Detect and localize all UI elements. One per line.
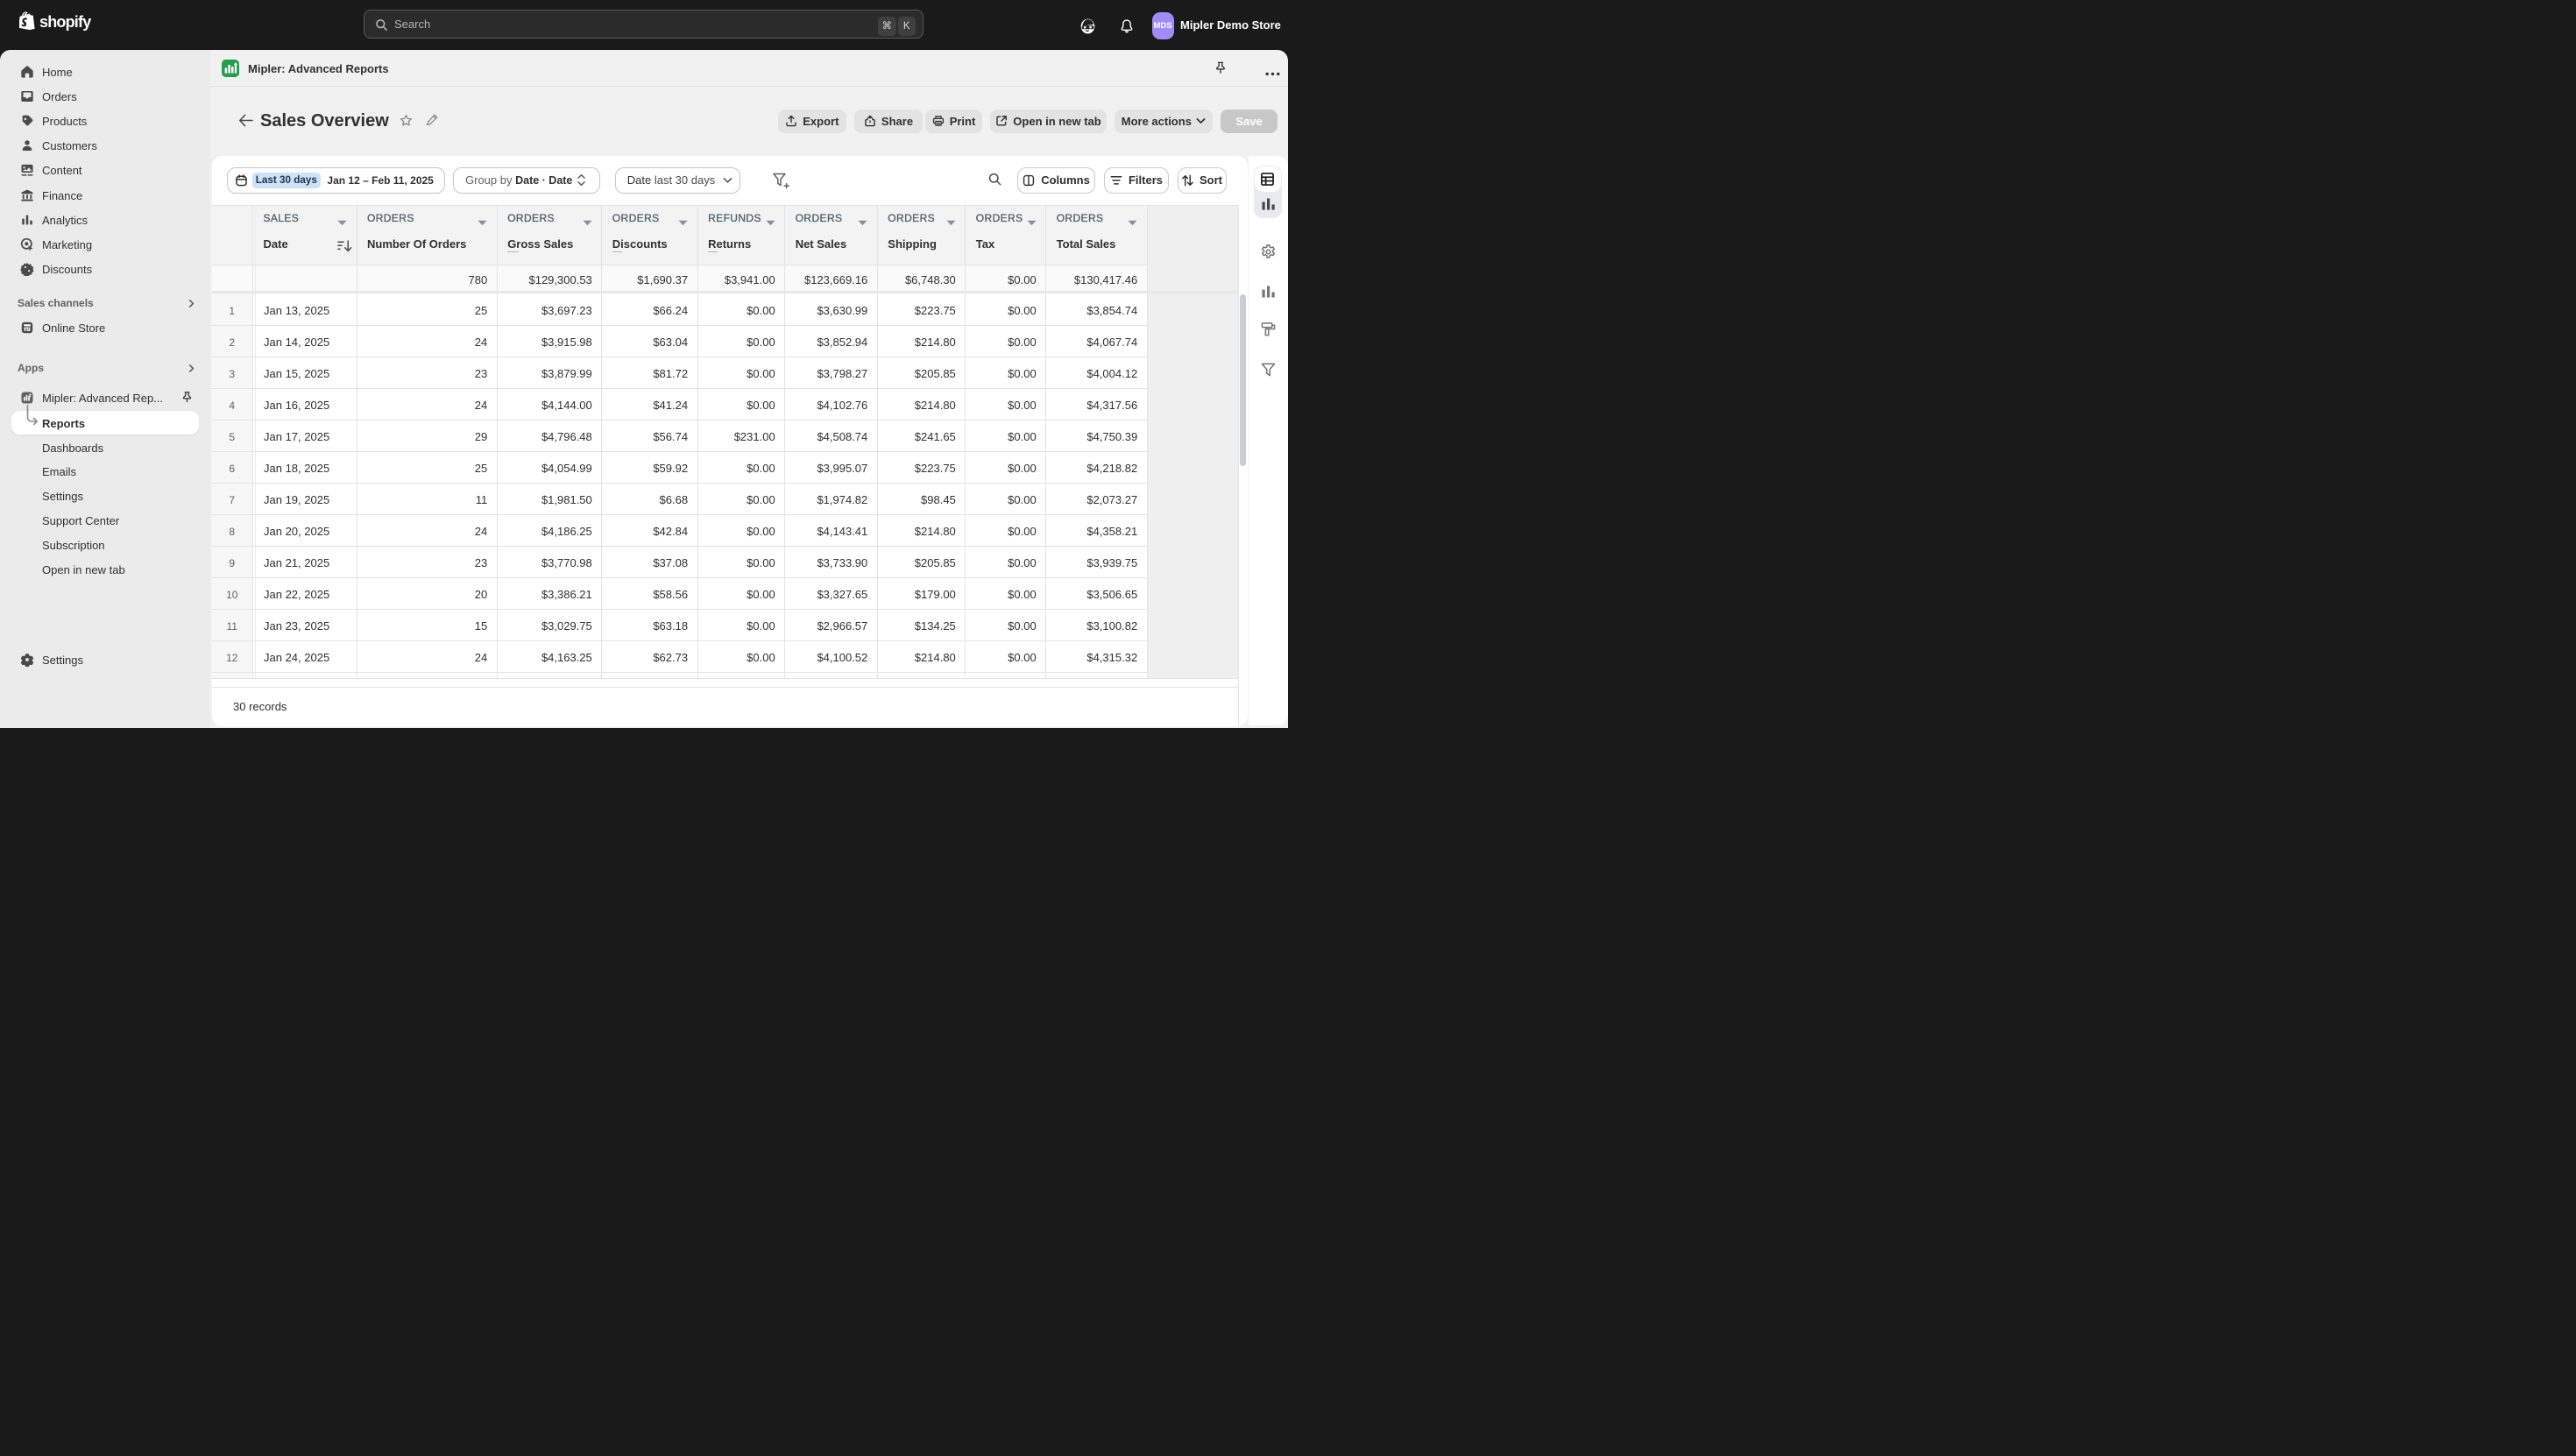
svg-text:shopify: shopify [39,13,91,31]
